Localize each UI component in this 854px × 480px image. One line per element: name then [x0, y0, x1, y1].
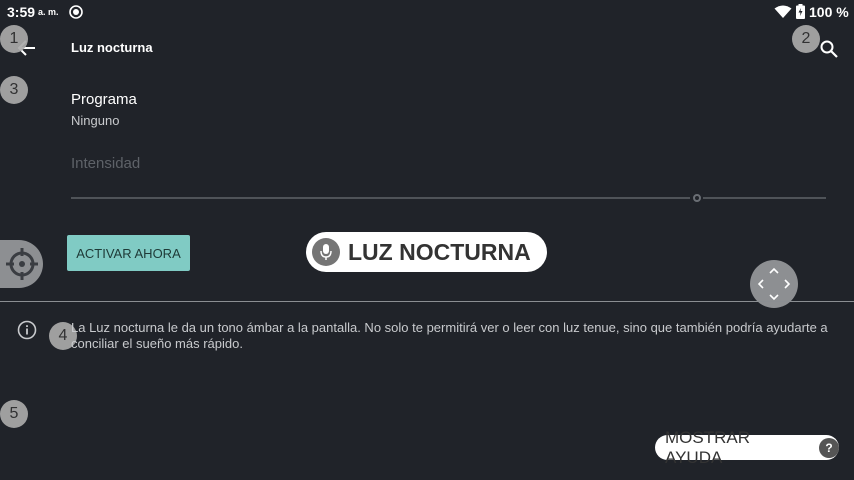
voice-command-label: LUZ NOCTURNA — [306, 232, 547, 272]
info-description: La Luz nocturna le da un tono ámbar a la… — [71, 320, 828, 351]
slider-thumb[interactable] — [693, 194, 701, 202]
microphone-icon — [312, 238, 340, 266]
info-icon — [17, 320, 37, 340]
wifi-icon — [774, 5, 792, 18]
toolbar-title: Luz nocturna — [71, 40, 153, 55]
slider-track-empty — [703, 197, 826, 199]
overlay-badge-3: 3 — [0, 76, 28, 104]
show-help-button[interactable]: MOSTRAR AYUDA ? — [655, 428, 839, 467]
overlay-badge-1: 1 — [0, 25, 28, 53]
overlay-badge-2: 2 — [792, 25, 820, 53]
location-icon — [69, 5, 83, 19]
crosshair-icon — [5, 248, 38, 280]
activate-now-button[interactable]: ACTIVAR AHORA — [67, 235, 190, 271]
battery-icon — [796, 4, 805, 19]
voice-command-text: LUZ NOCTURNA — [348, 238, 531, 265]
divider — [0, 301, 854, 302]
toolbar: Luz nocturna — [0, 24, 854, 72]
status-ampm: a. m. — [38, 7, 59, 17]
schedule-title: Programa — [71, 91, 137, 108]
status-time: 3:59 — [7, 4, 36, 20]
battery-percent: 100 % — [809, 4, 849, 20]
crosshair-button[interactable] — [0, 240, 43, 288]
overlay-badge-5: 5 — [0, 400, 28, 428]
slider-track-filled — [71, 197, 690, 199]
intensity-label: Intensidad — [71, 155, 141, 172]
status-bar: 3:59 a. m. 100 % — [0, 0, 854, 24]
show-help-label: MOSTRAR AYUDA — [665, 427, 750, 467]
search-icon — [820, 40, 838, 58]
help-question-icon: ? — [819, 437, 839, 458]
schedule-value: Ninguno — [71, 113, 120, 128]
intensity-slider[interactable] — [71, 193, 826, 203]
